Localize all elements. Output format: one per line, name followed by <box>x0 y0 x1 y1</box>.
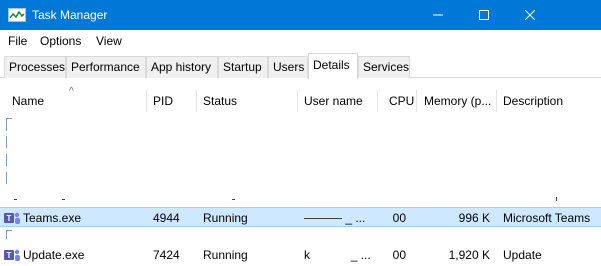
process-description: Microsoft Teams <box>503 211 591 225</box>
column-status[interactable]: Status <box>203 86 237 112</box>
tab-users[interactable]: Users <box>268 56 308 78</box>
tree-connector <box>6 172 7 184</box>
tab-details[interactable]: Details <box>308 53 358 79</box>
menu-options[interactable]: Options <box>40 34 81 48</box>
task-manager-icon <box>8 8 26 22</box>
minimize-icon <box>433 14 443 16</box>
column-header-row: ^ Name PID Status User name CPU Memory (… <box>0 86 601 112</box>
teams-icon: T <box>4 212 20 224</box>
svg-text:T: T <box>7 251 12 260</box>
tree-connector <box>6 118 12 131</box>
column-user-name[interactable]: User name <box>304 86 363 112</box>
menu-file[interactable]: File <box>8 34 27 48</box>
tree-connector <box>14 199 17 200</box>
process-memory: 996 K <box>458 211 490 225</box>
redaction-bar <box>313 255 347 256</box>
title-bar: Task Manager <box>0 0 601 30</box>
close-icon <box>525 10 535 20</box>
tree-connector <box>6 154 7 166</box>
menu-view[interactable]: View <box>96 34 122 48</box>
tab-performance[interactable]: Performance <box>66 56 146 78</box>
column-pid[interactable]: PID <box>153 86 173 112</box>
tab-bar: Processes Performance App history Startu… <box>0 52 601 79</box>
column-divider[interactable] <box>377 90 378 112</box>
process-cpu: 00 <box>392 211 406 225</box>
tab-services[interactable]: Services <box>358 56 410 78</box>
column-divider[interactable] <box>416 90 417 112</box>
process-cpu: 00 <box>392 248 406 262</box>
table-row[interactable]: T Update.exe 7424 Running k _ ... 00 1,9… <box>0 245 601 265</box>
column-divider[interactable] <box>146 90 147 112</box>
column-name[interactable]: Name <box>12 86 44 112</box>
process-pid: 4944 <box>153 211 180 225</box>
column-divider[interactable] <box>196 90 197 112</box>
tab-app-history[interactable]: App history <box>146 56 218 78</box>
table-row[interactable]: T Teams.exe 4944 Running _ ... 00 996 K … <box>0 207 601 227</box>
redaction-bar <box>304 218 342 220</box>
column-divider[interactable] <box>496 90 497 112</box>
svg-text:T: T <box>7 214 12 223</box>
process-description: Update <box>503 248 542 262</box>
tree-connector <box>232 199 235 200</box>
process-status: Running <box>203 248 248 262</box>
tab-startup[interactable]: Startup <box>218 56 268 78</box>
process-user-name: k _ ... <box>304 248 371 262</box>
process-memory: 1,920 K <box>448 248 490 262</box>
maximize-button[interactable] <box>461 0 507 30</box>
process-pid: 7424 <box>153 248 180 262</box>
window-title: Task Manager <box>32 8 108 22</box>
tab-processes[interactable]: Processes <box>4 56 66 78</box>
teams-icon: T <box>4 249 20 261</box>
tree-connector <box>62 199 65 200</box>
column-cpu[interactable]: CPU <box>389 86 414 112</box>
column-divider[interactable] <box>297 90 298 112</box>
close-button[interactable] <box>507 0 553 30</box>
minimize-button[interactable] <box>415 0 461 30</box>
menu-bar: File Options View <box>0 30 601 52</box>
tree-connector <box>556 197 557 201</box>
column-memory[interactable]: Memory (p... <box>424 86 491 112</box>
sort-ascending-icon: ^ <box>69 86 74 97</box>
tree-connector <box>6 230 12 239</box>
process-user-name: _ ... <box>304 211 365 225</box>
process-name: Teams.exe <box>23 211 82 225</box>
column-description[interactable]: Description <box>503 86 563 112</box>
tree-connector <box>6 136 7 148</box>
process-status: Running <box>203 211 248 225</box>
process-name: Update.exe <box>23 248 85 262</box>
maximize-icon <box>479 10 489 20</box>
